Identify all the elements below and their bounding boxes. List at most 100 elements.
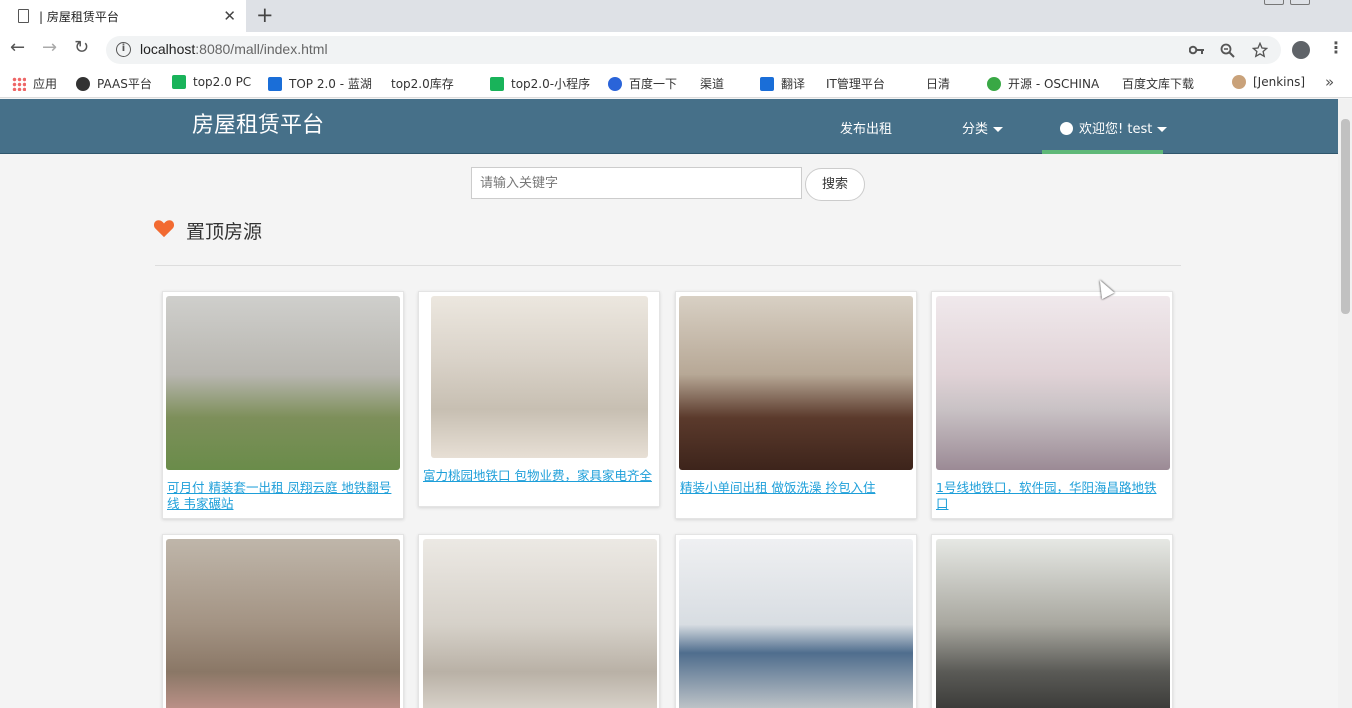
bookmark-label: PAAS平台 <box>97 77 152 91</box>
section-title: 置顶房源 <box>186 221 263 243</box>
url-host: localhost <box>140 41 196 57</box>
site-navbar: 房屋租赁平台 发布出租 分类 欢迎您! test <box>0 99 1338 154</box>
user-greeting: 欢迎您! test <box>1079 122 1153 137</box>
bookmark-translate[interactable]: 翻译 <box>760 75 805 92</box>
paas-icon <box>76 76 90 91</box>
bookmark-label: IT管理平台 <box>826 77 885 91</box>
listing-card[interactable] <box>162 534 404 708</box>
more-bookmarks-icon[interactable]: » <box>1325 73 1334 91</box>
url-field[interactable]: i localhost:8080/mall/index.html <box>106 36 1281 64</box>
listing-card[interactable] <box>418 534 660 708</box>
bookmark-top2-miniapp[interactable]: top2.0-小程序 <box>490 75 590 92</box>
jenkins-icon <box>1232 75 1246 89</box>
bookmark-label: 渠道 <box>700 77 725 91</box>
baidu-icon <box>608 76 622 91</box>
key-icon[interactable] <box>1189 43 1205 57</box>
bookmark-wenku[interactable]: 百度文库下载 <box>1122 75 1195 188</box>
forward-button[interactable]: → <box>42 37 57 58</box>
listing-card[interactable] <box>931 534 1173 708</box>
bookmarks-bar: 应用 PAAS平台 top2.0 PC TOP 2.0 - 蓝湖 top2.0库… <box>0 68 1352 188</box>
active-nav-underline <box>1042 150 1163 154</box>
heart-icon <box>153 220 175 238</box>
bookmark-jenkins[interactable]: [Jenkins] <box>1232 75 1305 89</box>
apps-icon <box>12 76 26 91</box>
chevron-down-icon <box>993 127 1004 132</box>
maximize-window-icon[interactable] <box>1290 0 1310 5</box>
listing-photo[interactable] <box>936 539 1170 708</box>
bookmark-label: 应用 <box>33 77 58 91</box>
oschina-icon <box>987 76 1001 91</box>
bookmark-label: 开源 - OSCHINA <box>1008 77 1100 91</box>
reload-button[interactable]: ↻ <box>74 37 89 58</box>
bookmark-top2-stock[interactable]: top2.0库存 <box>391 75 454 188</box>
play-icon <box>172 75 186 89</box>
play-icon <box>490 76 504 91</box>
search-input[interactable] <box>471 167 802 199</box>
bookmark-top2-pc[interactable]: top2.0 PC <box>172 75 251 89</box>
listing-photo[interactable] <box>166 296 400 470</box>
bookmark-channel[interactable]: 渠道 <box>700 75 725 188</box>
minimize-window-icon[interactable] <box>1264 0 1284 5</box>
url-text: localhost:8080/mall/index.html <box>140 41 328 57</box>
bookmark-lanhu[interactable]: TOP 2.0 - 蓝湖 <box>268 75 372 92</box>
listing-card[interactable]: 1号线地铁口，软件园，华阳海昌路地铁口 <box>931 291 1173 519</box>
bookmark-oschina[interactable]: 开源 - OSCHINA <box>987 75 1099 92</box>
bookmark-riqing[interactable]: 日清 <box>926 75 951 188</box>
listing-title-link[interactable]: 精装小单间出租 做饭洗澡 拎包入住 <box>680 480 912 496</box>
listing-title-link[interactable]: 可月付 精装套一出租 凤翔云庭 地铁翻号线 韦家碾站 <box>167 480 399 512</box>
listing-photo[interactable] <box>423 539 657 708</box>
search-button[interactable]: 搜索 <box>805 168 865 201</box>
bookmark-label: 翻译 <box>781 77 806 91</box>
site-brand[interactable]: 房屋租赁平台 <box>192 107 324 139</box>
category-dropdown[interactable]: 分类 <box>962 118 1004 137</box>
browser-menu-icon[interactable]: ⋮ <box>1328 38 1344 57</box>
bookmark-it-admin[interactable]: IT管理平台 <box>826 75 885 188</box>
bookmark-baidu[interactable]: 百度一下 <box>608 75 677 92</box>
scrollbar-thumb[interactable] <box>1341 119 1350 314</box>
bookmark-label: top2.0 PC <box>193 75 252 89</box>
lanhu-icon <box>268 76 282 91</box>
page-icon <box>18 9 29 23</box>
bookmark-apps[interactable]: 应用 <box>12 75 57 92</box>
bookmark-label: TOP 2.0 - 蓝湖 <box>289 77 372 91</box>
browser-tab-strip: | 房屋租赁平台 ✕ + <box>0 0 1352 32</box>
listing-photo[interactable] <box>431 296 648 458</box>
bookmark-paas[interactable]: PAAS平台 <box>76 75 152 92</box>
page-viewport: 房屋租赁平台 发布出租 分类 欢迎您! test 搜索 置顶房源 可月付 精装套… <box>0 99 1338 708</box>
listing-card[interactable]: 富力桃园地铁口 包物业费，家具家电齐全 <box>418 291 660 507</box>
profile-avatar-icon[interactable] <box>1292 41 1310 59</box>
back-button[interactable]: ← <box>10 37 25 58</box>
url-path: :8080/mall/index.html <box>195 41 328 57</box>
bookmark-label: 百度文库下载 <box>1122 77 1195 91</box>
zoom-icon[interactable] <box>1220 43 1235 58</box>
translate-icon <box>760 76 774 91</box>
bookmark-label: top2.0-小程序 <box>511 77 591 91</box>
listing-photo[interactable] <box>679 296 913 470</box>
new-tab-button[interactable]: + <box>256 3 274 27</box>
listing-title-link[interactable]: 富力桃园地铁口 包物业费，家具家电齐全 <box>423 468 655 484</box>
category-label: 分类 <box>962 122 989 137</box>
listing-title-link[interactable]: 1号线地铁口，软件园，华阳海昌路地铁口 <box>936 480 1168 512</box>
star-icon[interactable] <box>1252 42 1268 58</box>
publish-rental-link[interactable]: 发布出租 <box>840 118 892 137</box>
user-menu-dropdown[interactable]: 欢迎您! test <box>1060 118 1168 137</box>
page-scrollbar[interactable] <box>1338 99 1352 708</box>
listing-photo[interactable] <box>936 296 1170 470</box>
address-bar: ← → ↻ i localhost:8080/mall/index.html ⋮ <box>0 32 1352 68</box>
close-window-icon[interactable] <box>1320 0 1340 5</box>
tab-title: | 房屋租赁平台 <box>39 9 119 24</box>
site-info-icon[interactable]: i <box>116 42 131 57</box>
chevron-down-icon <box>1157 127 1168 132</box>
bookmark-label: [Jenkins] <box>1253 75 1306 89</box>
close-tab-icon[interactable]: ✕ <box>223 7 236 25</box>
listing-card[interactable] <box>675 534 917 708</box>
browser-tab[interactable]: | 房屋租赁平台 ✕ <box>0 0 246 32</box>
listing-photo[interactable] <box>166 539 400 708</box>
bookmark-label: 日清 <box>926 77 951 91</box>
bookmark-label: top2.0库存 <box>391 77 454 91</box>
listing-photo[interactable] <box>679 539 913 708</box>
section-divider <box>155 265 1181 266</box>
user-icon <box>1060 122 1073 135</box>
listing-card[interactable]: 可月付 精装套一出租 凤翔云庭 地铁翻号线 韦家碾站 <box>162 291 404 519</box>
listing-card[interactable]: 精装小单间出租 做饭洗澡 拎包入住 <box>675 291 917 519</box>
